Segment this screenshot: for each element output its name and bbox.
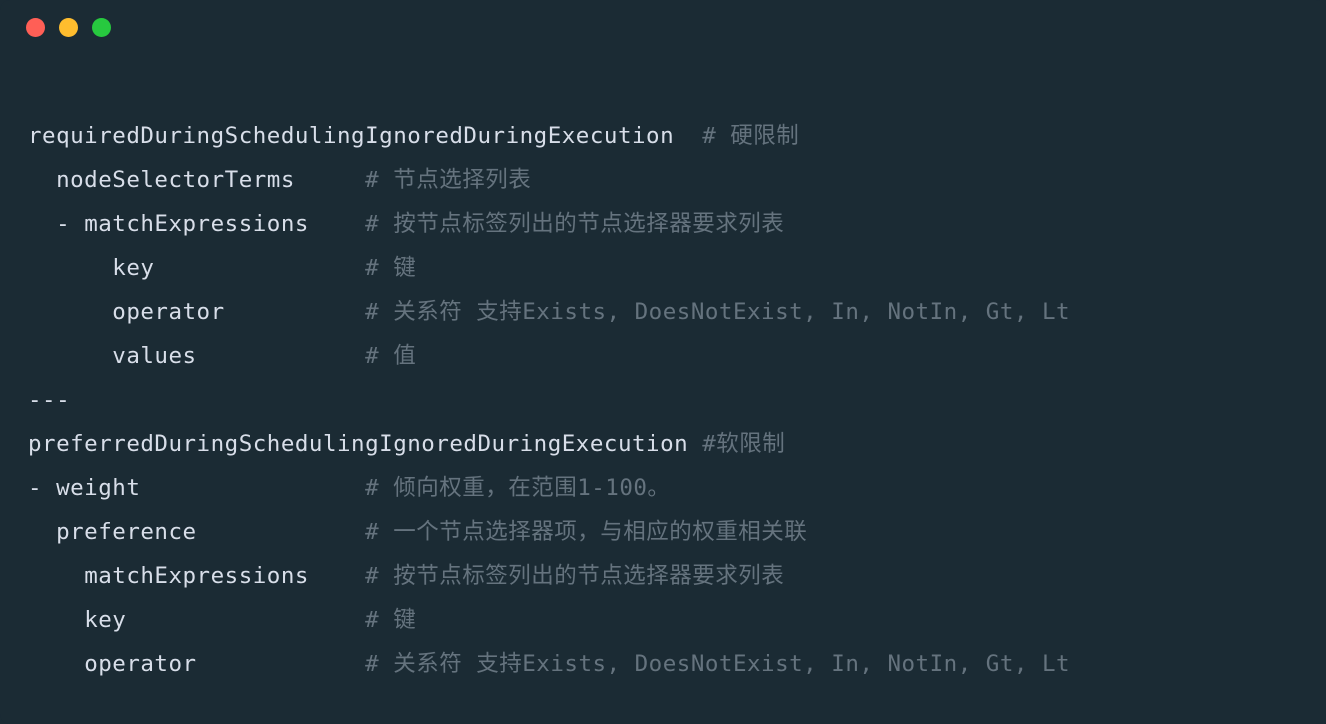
indent: - xyxy=(28,211,84,237)
yaml-comment: # 关系符 支持Exists, DoesNotExist, In, NotIn,… xyxy=(365,651,1070,677)
code-line: values # 值 xyxy=(28,334,1298,378)
code-line: operator # 关系符 支持Exists, DoesNotExist, I… xyxy=(28,642,1298,686)
indent xyxy=(28,651,84,677)
indent xyxy=(28,167,56,193)
code-line: - matchExpressions # 按节点标签列出的节点选择器要求列表 xyxy=(28,202,1298,246)
yaml-key: preferredDuringSchedulingIgnoredDuringEx… xyxy=(28,431,702,457)
yaml-key: operator xyxy=(112,299,365,325)
code-line: --- xyxy=(28,378,1298,422)
yaml-key: requiredDuringSchedulingIgnoredDuringExe… xyxy=(28,123,702,149)
yaml-comment: #软限制 xyxy=(702,431,785,457)
code-line: matchExpressions # 按节点标签列出的节点选择器要求列表 xyxy=(28,554,1298,598)
indent xyxy=(28,255,112,281)
maximize-icon[interactable] xyxy=(92,18,111,37)
yaml-comment: # 一个节点选择器项，与相应的权重相关联 xyxy=(365,519,807,545)
yaml-comment: # 按节点标签列出的节点选择器要求列表 xyxy=(365,563,784,589)
yaml-key: nodeSelectorTerms xyxy=(56,167,365,193)
indent xyxy=(28,607,84,633)
yaml-key: matchExpressions xyxy=(84,211,365,237)
close-icon[interactable] xyxy=(26,18,45,37)
yaml-comment: # 键 xyxy=(365,255,416,281)
yaml-key: key xyxy=(112,255,365,281)
indent xyxy=(28,299,112,325)
indent xyxy=(28,563,84,589)
yaml-key: values xyxy=(112,343,365,369)
yaml-key: preference xyxy=(56,519,365,545)
code-line: key # 键 xyxy=(28,246,1298,290)
indent xyxy=(28,519,56,545)
indent: - xyxy=(28,475,56,501)
yaml-comment: # 键 xyxy=(365,607,416,633)
yaml-key: weight xyxy=(56,475,365,501)
yaml-key: --- xyxy=(28,387,70,413)
code-line: requiredDuringSchedulingIgnoredDuringExe… xyxy=(28,114,1298,158)
code-line: preference # 一个节点选择器项，与相应的权重相关联 xyxy=(28,510,1298,554)
yaml-comment: # 关系符 支持Exists, DoesNotExist, In, NotIn,… xyxy=(365,299,1070,325)
code-line: - weight # 倾向权重，在范围1-100。 xyxy=(28,466,1298,510)
yaml-comment: # 节点选择列表 xyxy=(365,167,531,193)
yaml-comment: # 值 xyxy=(365,343,416,369)
code-line: key # 键 xyxy=(28,598,1298,642)
code-line: operator # 关系符 支持Exists, DoesNotExist, I… xyxy=(28,290,1298,334)
yaml-comment: # 倾向权重，在范围1-100。 xyxy=(365,475,670,501)
yaml-comment: # 硬限制 xyxy=(702,123,799,149)
yaml-key: key xyxy=(84,607,365,633)
minimize-icon[interactable] xyxy=(59,18,78,37)
yaml-comment: # 按节点标签列出的节点选择器要求列表 xyxy=(365,211,784,237)
titlebar xyxy=(0,0,1326,54)
code-area: requiredDuringSchedulingIgnoredDuringExe… xyxy=(0,54,1326,686)
code-window: requiredDuringSchedulingIgnoredDuringExe… xyxy=(0,0,1326,724)
yaml-key: operator xyxy=(84,651,365,677)
code-line: preferredDuringSchedulingIgnoredDuringEx… xyxy=(28,422,1298,466)
yaml-key: matchExpressions xyxy=(84,563,365,589)
indent xyxy=(28,343,112,369)
code-line: nodeSelectorTerms # 节点选择列表 xyxy=(28,158,1298,202)
